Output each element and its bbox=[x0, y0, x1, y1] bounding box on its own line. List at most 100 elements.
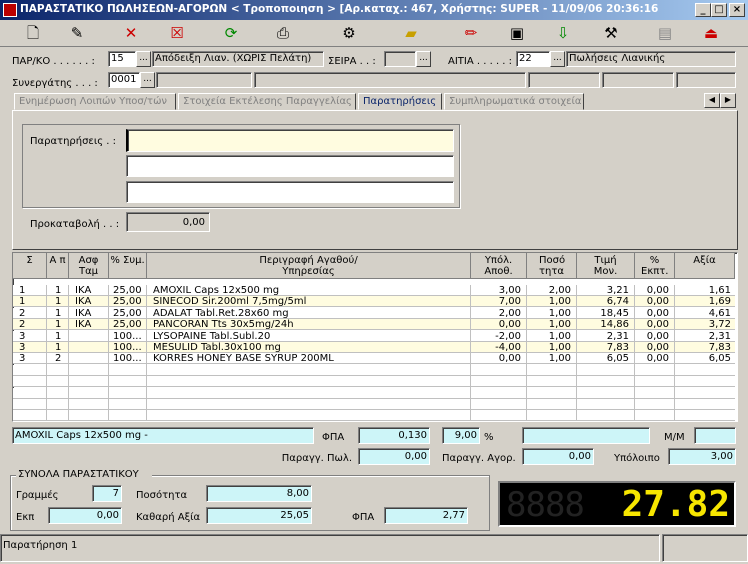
synergatis-name-field bbox=[156, 72, 252, 88]
synergatis-browse-button[interactable]: ... bbox=[140, 72, 155, 88]
refresh-icon[interactable]: ⟳ bbox=[216, 23, 246, 45]
row-asf-tam bbox=[69, 331, 109, 342]
cancel-icon[interactable]: ☒ bbox=[162, 23, 192, 45]
table-row[interactable]: 1 1 ΙΚΑ 25,00 SINECOD Sir.200ml 7,5mg/5ml 7,0… bbox=[13, 296, 735, 308]
table-row[interactable] bbox=[13, 399, 735, 410]
title-bar[interactable]: ΠΑΡΑΣΤΑΤΙΚΟ ΠΩΛΗΣΕΩΝ-ΑΓΟΡΩΝ < Τροποποιησ… bbox=[0, 0, 748, 20]
edit-icon[interactable]: ✎ bbox=[62, 23, 92, 45]
col-header-stock[interactable]: Υπόλ. Αποθ. bbox=[471, 253, 527, 279]
print-icon[interactable]: ⎙ bbox=[268, 23, 298, 45]
col-header-quantity[interactable]: Ποσό τητα bbox=[527, 253, 577, 279]
lines-table[interactable]: Σ Α π Ασφ Ταμ % Συμ. Περιγραφή Αγαθού/Υπ… bbox=[12, 252, 738, 422]
parag-agor-field: 0,00 bbox=[522, 448, 594, 465]
save-icon[interactable]: ▣ bbox=[502, 23, 532, 45]
column-gridline bbox=[674, 285, 675, 421]
close-button[interactable]: × bbox=[729, 3, 745, 17]
row-asf-tam: ΙΚΑ bbox=[75, 285, 92, 296]
row-discount: 0,00 bbox=[646, 296, 669, 308]
parko-browse-button[interactable]: ... bbox=[136, 51, 151, 67]
col-header-asf-tam[interactable]: Ασφ Ταμ bbox=[69, 253, 109, 279]
aitia-browse-button[interactable]: ... bbox=[550, 51, 565, 67]
row-quantity: 2,00 bbox=[548, 285, 571, 296]
row-description: KORRES HONEY BASE SYRUP 200ML bbox=[153, 353, 334, 365]
synergatis-code-field[interactable]: 0001 bbox=[108, 72, 140, 88]
table-row[interactable] bbox=[13, 387, 735, 399]
col-header-discount[interactable]: % Εκπτ. bbox=[635, 253, 675, 279]
row-asf-tam: ΙΚΑ bbox=[75, 319, 92, 331]
pencil-icon[interactable]: ✏ bbox=[456, 23, 486, 45]
row-value: 6,05 bbox=[708, 353, 731, 365]
tab-paratiriseis[interactable]: Παρατηρήσεις bbox=[358, 93, 442, 110]
report-icon[interactable]: ▤ bbox=[650, 23, 680, 45]
notes-line-2-input[interactable] bbox=[126, 155, 454, 177]
col-header-unit-price[interactable]: Τιμή Μον. bbox=[577, 253, 635, 279]
maximize-button[interactable]: □ bbox=[711, 3, 727, 17]
row-value: 1,69 bbox=[708, 296, 731, 308]
display-value: 27.82 bbox=[621, 484, 730, 525]
notes-line-1-input[interactable] bbox=[126, 129, 454, 152]
row-description: MESULID Tabl.30x100 mg bbox=[153, 342, 281, 353]
user-settings-icon[interactable]: ⚙ bbox=[334, 23, 364, 45]
table-row[interactable] bbox=[13, 410, 735, 422]
column-gridline bbox=[146, 285, 147, 421]
row-discount: 0,00 bbox=[646, 353, 669, 365]
tab-scroll-right-button[interactable]: ▶ bbox=[720, 93, 736, 108]
row-discount: 0,00 bbox=[646, 342, 669, 353]
row-unit-price: 14,86 bbox=[600, 319, 629, 331]
kathari-field: 25,05 bbox=[206, 507, 312, 524]
aitia-label: ΑΙΤΙΑ . . . . . : bbox=[448, 56, 513, 67]
table-row[interactable] bbox=[13, 364, 735, 376]
row-description: AMOXIL Caps 12x500 mg bbox=[153, 285, 280, 296]
row-s: 2 bbox=[19, 319, 26, 331]
table-row[interactable]: 2 1 ΙΚΑ 25,00 PANCORAN Tts 30x5mg/24h 0,00 1,0… bbox=[13, 319, 735, 331]
seira-browse-button[interactable]: ... bbox=[416, 51, 431, 67]
col-header-description[interactable]: Περιγραφή Αγαθού/Υπηρεσίας bbox=[147, 253, 471, 279]
exit-icon[interactable]: ⏏ bbox=[696, 23, 726, 45]
row-sym: 100... bbox=[113, 330, 142, 342]
tools-icon[interactable]: ⚒ bbox=[596, 23, 626, 45]
table-row[interactable]: 3 2 100... KORRES HONEY BASE SYRUP 200ML 0,0… bbox=[13, 353, 735, 365]
row-discount: 0,00 bbox=[646, 285, 669, 296]
row-description: ADALAT Tabl.Ret.28x60 mg bbox=[153, 307, 289, 319]
new-document-icon[interactable]: 🗋 bbox=[18, 23, 48, 45]
minimize-button[interactable]: _ bbox=[695, 3, 711, 17]
row-s: 2 bbox=[19, 307, 26, 319]
row-sym: 25,00 bbox=[113, 307, 142, 319]
col-header-ap[interactable]: Α π bbox=[47, 253, 69, 279]
row-quantity: 1,00 bbox=[548, 330, 571, 342]
synergatis-address-field bbox=[254, 72, 526, 88]
folder-icon[interactable]: ▰ bbox=[396, 23, 426, 45]
delete-icon[interactable]: ✕ bbox=[116, 23, 146, 45]
table-row[interactable] bbox=[13, 376, 735, 388]
table-row[interactable]: 3 1 100... MESULID Tabl.30x100 mg -4,00 1,00 7… bbox=[13, 342, 735, 353]
aitia-code-field[interactable]: 22 bbox=[516, 51, 550, 67]
tab-enimerosi[interactable]: Ενημέρωση Λοιπών Υποσ/τών bbox=[14, 93, 176, 110]
tab-ektelesi-paraggelias[interactable]: Στοιχεία Εκτέλεσης Παραγγελίας bbox=[178, 93, 356, 110]
column-gridline bbox=[576, 285, 577, 421]
table-row[interactable]: 3 1 100... LYSOPAINE Tabl.Subl.20 -2,00 1,00 2… bbox=[13, 330, 735, 342]
table-row[interactable]: 1 1 ΙΚΑ 25,00 AMOXIL Caps 12x500 mg 3,00 2,00 3… bbox=[13, 285, 735, 296]
col-header-s[interactable]: Σ bbox=[13, 253, 47, 279]
seira-field[interactable] bbox=[384, 51, 416, 67]
row-unit-price: 3,21 bbox=[606, 285, 629, 296]
export-icon[interactable]: ⇩ bbox=[548, 23, 578, 45]
row-stock: 7,00 bbox=[498, 296, 521, 308]
row-value: 2,31 bbox=[708, 330, 731, 342]
row-description: SINECOD Sir.200ml 7,5mg/5ml bbox=[153, 296, 307, 308]
percent-label: % bbox=[484, 432, 494, 443]
grammes-field: 7 bbox=[92, 485, 122, 502]
tab-scroll-left-button[interactable]: ◀ bbox=[704, 93, 720, 108]
tab-symplirOmatika[interactable]: Συμπληρωματικά στοιχεία bbox=[444, 93, 584, 110]
row-unit-price: 6,05 bbox=[606, 353, 629, 365]
row-s: 1 bbox=[19, 285, 26, 296]
col-header-sym[interactable]: % Συμ. bbox=[109, 253, 147, 279]
row-value: 7,83 bbox=[708, 342, 731, 353]
row-sym: 100... bbox=[113, 342, 142, 353]
table-row[interactable]: 2 1 ΙΚΑ 25,00 ADALAT Tabl.Ret.28x60 mg 2,00 1,… bbox=[13, 307, 735, 319]
notes-line-3-input[interactable] bbox=[126, 181, 454, 203]
ypoloipo-label: Υπόλοιπο bbox=[614, 453, 660, 464]
parko-code-field[interactable]: 15 bbox=[108, 51, 136, 67]
row-s: 3 bbox=[19, 330, 26, 342]
col-header-value[interactable]: Αξία bbox=[675, 253, 735, 279]
row-description: PANCORAN Tts 30x5mg/24h bbox=[153, 319, 294, 331]
